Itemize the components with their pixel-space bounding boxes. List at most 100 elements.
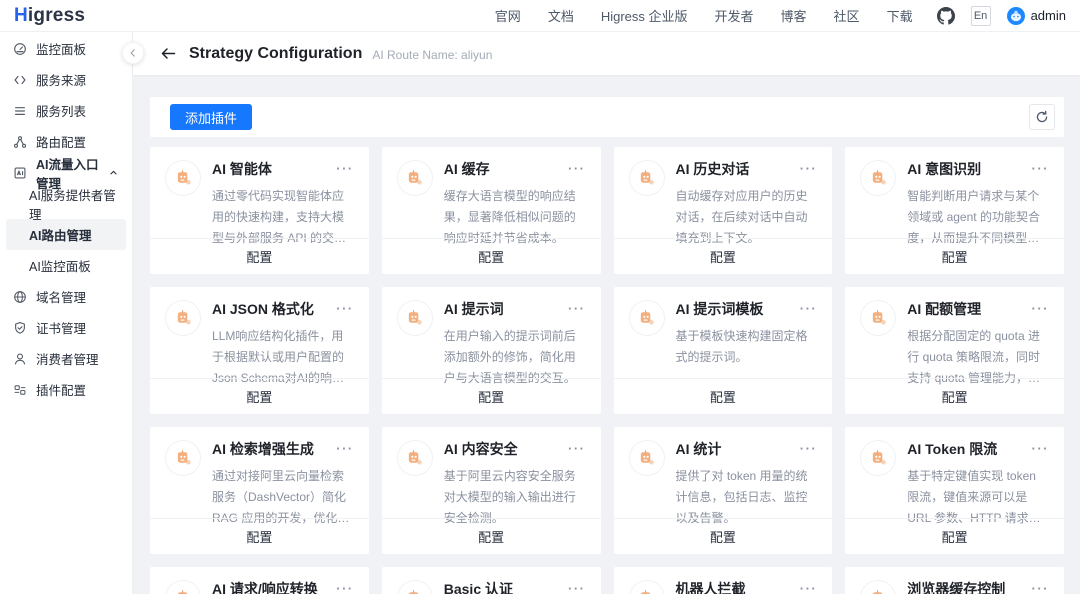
more-icon[interactable]: ···: [1028, 580, 1051, 594]
user-menu[interactable]: admin: [1007, 7, 1066, 25]
sidebar-item[interactable]: 服务来源: [0, 64, 132, 95]
more-icon[interactable]: ···: [1028, 440, 1051, 455]
sidebar-nav: 监控面板 服务来源 服务列表 路由配置 AI流量入口管理 AI服务提供者管理 A…: [0, 32, 133, 594]
sidebar-item[interactable]: 证书管理: [0, 312, 132, 343]
top-header: Higress 官网 文档 Higress 企业版 开发者 博客 社区 下载 En admi…: [0, 0, 1080, 32]
topnav-item[interactable]: 社区: [834, 6, 860, 25]
more-icon[interactable]: ···: [1028, 300, 1051, 315]
plugin-robot-icon: [397, 580, 433, 594]
plugin-card-title: 机器人拦截: [676, 580, 746, 594]
plugin-robot-icon: [629, 440, 665, 476]
plugin-configure-button[interactable]: 配置: [150, 378, 369, 414]
sidebar-item[interactable]: 域名管理: [0, 281, 132, 312]
plugin-configure-button[interactable]: 配置: [614, 238, 833, 274]
sidebar-item[interactable]: 路由配置: [0, 126, 132, 157]
plugin-card: AI 提示词模板 ··· 基于模板快速构建固定格式的提示词。 配置: [614, 287, 833, 414]
plugin-card: 浏览器缓存控制 ··· 配置: [845, 567, 1064, 594]
topnav-item[interactable]: 文档: [548, 6, 574, 25]
plugin-card-title: AI 检索增强生成: [212, 440, 314, 459]
plugin-configure-button[interactable]: 配置: [382, 378, 601, 414]
sidebar-item[interactable]: 消费者管理: [0, 343, 132, 374]
refresh-icon: [1035, 110, 1049, 124]
route-config-icon: [13, 135, 27, 149]
plugin-configure-button[interactable]: 配置: [845, 518, 1064, 554]
sidebar-item-label: 域名管理: [36, 287, 86, 306]
sidebar-item-label: 服务列表: [36, 101, 86, 120]
plugin-robot-icon: [860, 160, 896, 196]
topnav-aux: En admin: [937, 6, 1066, 26]
plugin-configure-button[interactable]: 配置: [150, 518, 369, 554]
add-plugin-button[interactable]: 添加插件: [170, 104, 252, 130]
plugin-card-description: 基于模板快速构建固定格式的提示词。: [676, 326, 819, 368]
plugin-card: AI 缓存 ··· 缓存大语言模型的响应结果，显著降低相似问题的响应时延并节省成…: [382, 147, 601, 274]
toolbar: 添加插件: [150, 97, 1064, 137]
sidebar-subitem[interactable]: AI监控面板: [6, 250, 126, 281]
plugin-configure-button[interactable]: 配置: [382, 518, 601, 554]
plugin-card-title: AI 提示词: [444, 300, 504, 319]
chevron-left-icon: [128, 48, 138, 58]
plugin-robot-icon: [165, 300, 201, 336]
more-icon[interactable]: ···: [332, 580, 355, 594]
more-icon[interactable]: ···: [564, 580, 587, 594]
plugin-configure-button[interactable]: 配置: [150, 238, 369, 274]
plugin-card: AI 配额管理 ··· 根据分配固定的 quota 进行 quota 策略限流，…: [845, 287, 1064, 414]
plugin-robot-icon: [397, 160, 433, 196]
brand-logo-rest: igress: [28, 5, 85, 26]
more-icon[interactable]: ···: [796, 300, 819, 315]
plugin-configure-button[interactable]: 配置: [382, 238, 601, 274]
sidebar-item[interactable]: 监控面板: [0, 33, 132, 64]
plugin-configure-button[interactable]: 配置: [845, 238, 1064, 274]
plugin-robot-icon: [397, 300, 433, 336]
plugin-card: AI 智能体 ··· 通过零代码实现智能体应用的快速构建，支持大模型与外部服务 …: [150, 147, 369, 274]
refresh-button[interactable]: [1029, 104, 1055, 130]
language-toggle[interactable]: En: [971, 6, 991, 26]
plugin-card-title: AI JSON 格式化: [212, 300, 314, 319]
sidebar-item[interactable]: AI流量入口管理: [0, 157, 132, 188]
more-icon[interactable]: ···: [796, 160, 819, 175]
sidebar-subitem[interactable]: AI服务提供者管理: [6, 188, 126, 219]
sidebar-subitem-label: AI监控面板: [29, 256, 91, 275]
plugin-configure-button[interactable]: 配置: [614, 518, 833, 554]
topnav-item[interactable]: 博客: [781, 6, 807, 25]
topnav-item[interactable]: Higress 企业版: [601, 6, 688, 25]
avatar: [1007, 7, 1025, 25]
more-icon[interactable]: ···: [1028, 160, 1051, 175]
plugin-card: AI 提示词 ··· 在用户输入的提示词前后添加额外的修饰，简化用户与大语言模型…: [382, 287, 601, 414]
topnav-item[interactable]: 官网: [495, 6, 521, 25]
plugin-card-title: AI 历史对话: [676, 160, 750, 179]
more-icon[interactable]: ···: [332, 440, 355, 455]
more-icon[interactable]: ···: [332, 300, 355, 315]
sidebar-item[interactable]: 插件配置: [0, 374, 132, 405]
brand-logo[interactable]: Higress: [14, 5, 85, 27]
plugin-robot-icon: [860, 580, 896, 594]
sidebar-subitem[interactable]: AI路由管理: [6, 219, 126, 250]
consumer-icon: [13, 352, 27, 366]
topnav-item[interactable]: 下载: [887, 6, 913, 25]
plugin-card-title: AI 请求/响应转换: [212, 580, 318, 594]
plugin-configure-button[interactable]: 配置: [845, 378, 1064, 414]
topnav-item[interactable]: 开发者: [715, 6, 754, 25]
plugin-robot-icon: [165, 440, 201, 476]
github-icon[interactable]: [937, 7, 955, 25]
service-list-icon: [13, 104, 27, 118]
page-title: Strategy Configuration: [189, 45, 362, 63]
user-name: admin: [1031, 8, 1066, 23]
more-icon[interactable]: ···: [332, 160, 355, 175]
page-subtitle: AI Route Name: aliyun: [372, 46, 492, 62]
more-icon[interactable]: ···: [564, 300, 587, 315]
more-icon[interactable]: ···: [796, 580, 819, 594]
dashboard-icon: [13, 42, 27, 56]
sidebar-collapse-button[interactable]: [122, 42, 144, 64]
plugin-robot-icon: [629, 160, 665, 196]
more-icon[interactable]: ···: [796, 440, 819, 455]
more-icon[interactable]: ···: [564, 440, 587, 455]
plugin-card-title: AI 统计: [676, 440, 722, 459]
sidebar-item-label: 服务来源: [36, 70, 86, 89]
more-icon[interactable]: ···: [564, 160, 587, 175]
plugin-configure-button[interactable]: 配置: [614, 378, 833, 414]
back-button[interactable]: [160, 45, 177, 62]
plugin-card: AI 意图识别 ··· 智能判断用户请求与某个领域或 agent 的功能契合度，…: [845, 147, 1064, 274]
ai-traffic-icon: [13, 166, 27, 180]
plugin-robot-icon: [397, 440, 433, 476]
sidebar-item[interactable]: 服务列表: [0, 95, 132, 126]
